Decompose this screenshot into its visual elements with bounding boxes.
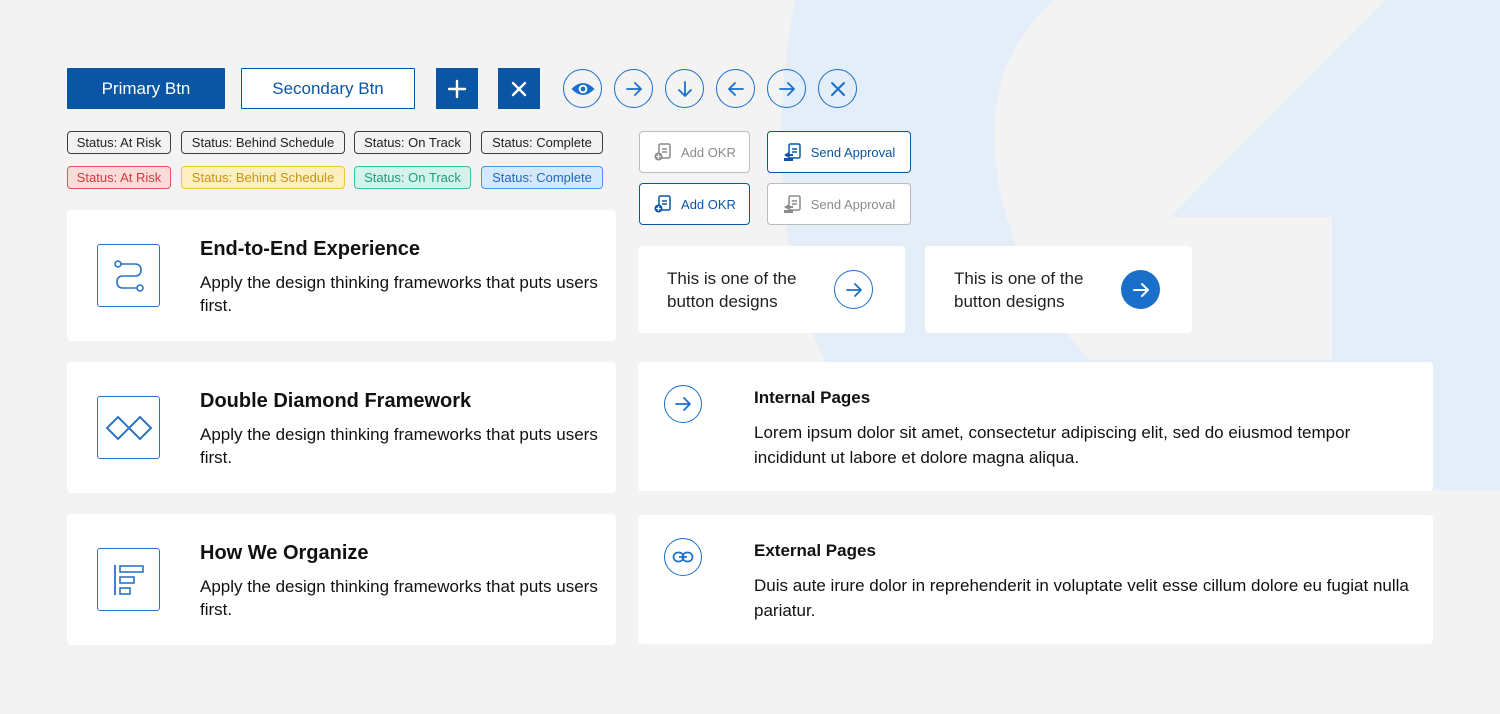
dismiss-button[interactable] [818, 69, 857, 108]
arrow-down-icon [677, 80, 692, 97]
double-diamond-icon [97, 396, 160, 459]
send-document-icon [783, 195, 801, 213]
feature-card-description: Apply the design thinking frameworks tha… [200, 425, 598, 467]
plus-icon [447, 79, 467, 98]
add-document-icon [654, 143, 671, 161]
feature-card-double-diamond[interactable]: Double Diamond Framework Apply the desig… [67, 362, 616, 493]
send-approval-label: Send Approval [810, 144, 896, 160]
link-card-description: Lorem ipsum dolor sit amet, consectetur … [754, 423, 1351, 467]
arrow-right-icon [845, 282, 862, 297]
link-card-external-pages[interactable]: External Pages Duis aute irure dolor in … [638, 515, 1433, 644]
down-button[interactable] [665, 69, 704, 108]
send-approval-button[interactable]: Send Approval [767, 131, 911, 173]
cta-arrow-button[interactable] [1121, 270, 1160, 309]
feature-card-title: End-to-End Experience [200, 238, 421, 260]
status-badge-neutral-at-risk: Status: At Risk [67, 131, 171, 154]
status-badge-on-track: Status: On Track [354, 166, 471, 189]
add-okr-button-disabled[interactable]: Add OKR [639, 131, 750, 173]
next-button[interactable] [614, 69, 653, 108]
cta-arrow-button[interactable] [834, 270, 873, 309]
send-approval-button-disabled[interactable]: Send Approval [767, 183, 911, 225]
arrow-right-icon [625, 81, 642, 96]
close-icon [830, 81, 845, 96]
view-button[interactable] [563, 69, 602, 108]
arrow-right-icon [1132, 282, 1149, 297]
cta-card-outline[interactable]: This is one of the button designs [638, 246, 905, 333]
cta-card-text: This is one of the button designs [954, 269, 1084, 311]
add-document-icon [654, 195, 671, 213]
feature-card-end-to-end[interactable]: End-to-End Experience Apply the design t… [67, 210, 616, 341]
back-button[interactable] [716, 69, 755, 108]
status-badge-neutral-behind: Status: Behind Schedule [181, 131, 345, 154]
cta-card-text: This is one of the button designs [667, 269, 797, 311]
secondary-button[interactable]: Secondary Btn [241, 68, 415, 109]
status-badge-neutral-complete: Status: Complete [481, 131, 603, 154]
route-icon [97, 244, 160, 307]
cta-card-filled[interactable]: This is one of the button designs [925, 246, 1192, 333]
add-okr-label: Add OKR [681, 196, 736, 212]
close-icon [511, 81, 527, 96]
feature-card-how-we-organize[interactable]: How We Organize Apply the design thinkin… [67, 514, 616, 645]
link-card-internal-pages[interactable]: Internal Pages Lorem ipsum dolor sit ame… [638, 362, 1433, 491]
send-document-icon [783, 143, 801, 161]
close-button[interactable] [498, 68, 540, 109]
feature-card-description: Apply the design thinking frameworks tha… [200, 273, 598, 315]
status-badge-neutral-on-track: Status: On Track [354, 131, 471, 154]
link-icon [664, 538, 702, 576]
add-okr-button[interactable]: Add OKR [639, 183, 750, 225]
add-button[interactable] [436, 68, 478, 109]
eye-icon [571, 82, 594, 95]
status-badge-behind-schedule: Status: Behind Schedule [181, 166, 345, 189]
status-badge-at-risk: Status: At Risk [67, 166, 171, 189]
link-card-description: Duis aute irure dolor in reprehenderit i… [754, 576, 1409, 620]
feature-card-title: Double Diamond Framework [200, 390, 472, 412]
status-badge-complete: Status: Complete [481, 166, 603, 189]
forward-button[interactable] [767, 69, 806, 108]
send-approval-label: Send Approval [810, 196, 896, 212]
arrow-right-icon [778, 81, 795, 96]
feature-card-title: How We Organize [200, 542, 369, 564]
link-card-title: External Pages [754, 541, 876, 560]
organize-icon [97, 548, 160, 611]
primary-button[interactable]: Primary Btn [67, 68, 225, 109]
arrow-right-icon [664, 385, 702, 423]
add-okr-label: Add OKR [681, 144, 736, 160]
arrow-left-icon [727, 81, 744, 96]
feature-card-description: Apply the design thinking frameworks tha… [200, 577, 598, 619]
link-card-title: Internal Pages [754, 388, 871, 407]
